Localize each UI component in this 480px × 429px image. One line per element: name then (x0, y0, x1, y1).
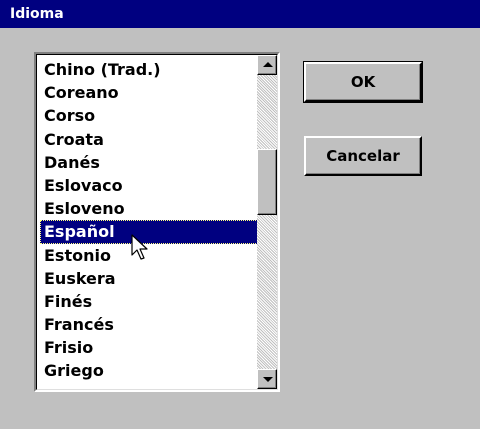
language-dialog: Idioma Chino (Trad.) Coreano Corso Croat… (0, 0, 480, 429)
list-item[interactable]: Frisio (40, 336, 258, 359)
list-item[interactable]: Corso (40, 104, 258, 127)
list-item[interactable]: Eslovaco (40, 174, 258, 197)
scroll-up-button[interactable] (257, 55, 277, 75)
ok-button[interactable]: OK (304, 62, 422, 102)
language-list[interactable]: Chino (Trad.) Coreano Corso Croata Danés… (40, 58, 258, 383)
arrow-pointer-icon (131, 234, 148, 260)
list-item[interactable]: Finés (40, 290, 258, 313)
list-item[interactable]: Euskera (40, 267, 258, 290)
list-item[interactable]: Croata (40, 128, 258, 151)
list-item[interactable]: Chino (Trad.) (40, 58, 258, 81)
scroll-thumb[interactable] (257, 149, 277, 215)
vertical-scrollbar[interactable] (257, 55, 277, 389)
language-listbox[interactable]: Chino (Trad.) Coreano Corso Croata Danés… (34, 52, 280, 392)
listbox-frame: Chino (Trad.) Coreano Corso Croata Danés… (36, 54, 278, 390)
list-item[interactable]: Esloveno (40, 197, 258, 220)
dialog-title: Idioma (0, 0, 480, 28)
list-item[interactable]: Francés (40, 313, 258, 336)
triangle-down-icon (263, 377, 273, 382)
list-item[interactable]: Coreano (40, 81, 258, 104)
list-item[interactable]: Griego (40, 359, 258, 382)
scroll-down-button[interactable] (257, 369, 277, 389)
triangle-up-icon (263, 62, 273, 67)
cancel-button[interactable]: Cancelar (304, 136, 422, 176)
list-item[interactable]: Danés (40, 151, 258, 174)
